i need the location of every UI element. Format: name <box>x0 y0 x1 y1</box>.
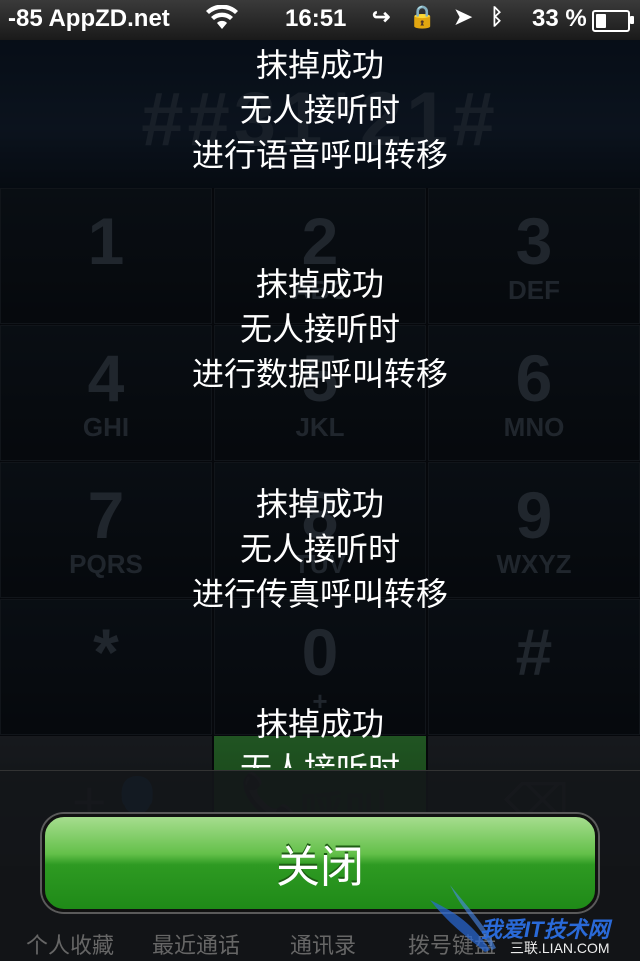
message-line: 抹掉成功 <box>255 265 384 303</box>
clock: 16:51 <box>285 5 347 32</box>
message-line: 进行语音呼叫转移 <box>191 136 448 174</box>
message-fax: 抹掉成功 无人接听时 进行传真呼叫转移 <box>0 482 640 617</box>
carrier-signal: -85 AppZD.net <box>8 5 170 32</box>
wifi-icon <box>205 4 239 37</box>
message-line: 无人接听时 <box>239 530 400 568</box>
call-forward-icon: ↪ <box>372 4 391 29</box>
location-icon: ➤ <box>453 4 473 29</box>
status-icons: ↪ 🔒 ➤ ᛒ <box>372 4 503 30</box>
battery-level <box>596 14 606 28</box>
message-line: 抹掉成功 <box>255 705 384 743</box>
watermark: 我爱IT技术网 三联.LIAN.COM <box>430 880 640 960</box>
message-line: 无人接听时 <box>239 91 400 129</box>
message-line: 无人接听时 <box>0 747 640 768</box>
watermark-subtext: 三联.LIAN.COM <box>510 940 610 956</box>
rotation-lock-icon: 🔒 <box>408 4 436 29</box>
message-line: 无人接听时 <box>239 310 400 348</box>
tab-favorites[interactable]: 个人收藏 <box>26 928 114 960</box>
alert-message-area: 抹掉成功 无人接听时 进行语音呼叫转移 抹掉成功 无人接听时 进行数据呼叫转移 … <box>0 0 640 768</box>
message-line: 抹掉成功 <box>255 46 384 84</box>
message-line: 进行数据呼叫转移 <box>191 355 448 393</box>
tab-recents[interactable]: 最近通话 <box>152 928 240 960</box>
message-line: 进行传真呼叫转移 <box>191 575 448 613</box>
tab-contacts[interactable]: 通讯录 <box>290 928 356 960</box>
battery-icon <box>592 10 634 32</box>
message-voice: 抹掉成功 无人接听时 进行语音呼叫转移 <box>0 43 640 178</box>
message-partial: 抹掉成功 无人接听时 <box>0 702 640 768</box>
status-bar: -85 AppZD.net 16:51 ↪ 🔒 ➤ ᛒ 33 % <box>0 0 640 40</box>
message-line: 抹掉成功 <box>255 485 384 523</box>
message-data: 抹掉成功 无人接听时 进行数据呼叫转移 <box>0 262 640 397</box>
bluetooth-icon: ᛒ <box>490 4 504 29</box>
battery-percent: 33 % <box>532 5 587 32</box>
